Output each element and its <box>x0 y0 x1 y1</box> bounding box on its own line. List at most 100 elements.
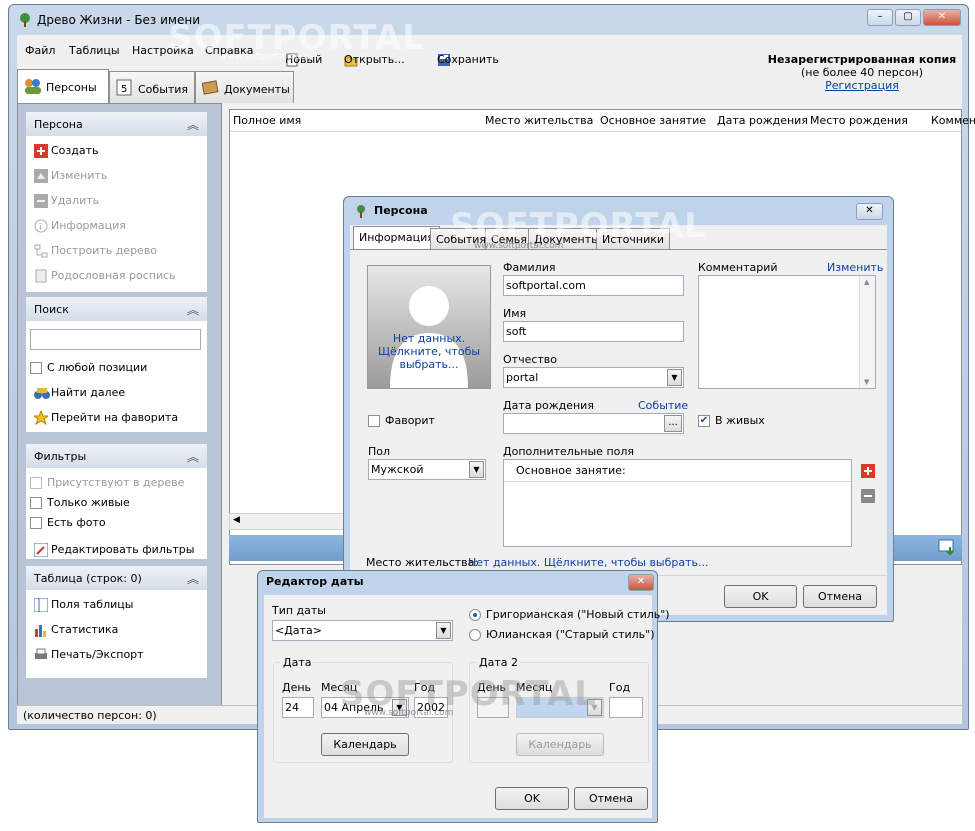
surname-input[interactable]: softportal.com <box>503 275 684 296</box>
delete-person-button[interactable]: Удалить <box>34 194 99 208</box>
tab-persons[interactable]: Персоны <box>17 69 109 104</box>
checkbox-checked[interactable]: ✔ <box>698 415 710 427</box>
date2-group-label: Дата 2 <box>477 656 520 669</box>
date-group-label: Дата <box>281 656 314 669</box>
remove-field-button[interactable] <box>861 489 875 506</box>
column-birth-place[interactable]: Место рождения <box>810 114 908 127</box>
day-input[interactable]: 24 <box>282 697 314 718</box>
chevron-down-icon[interactable]: ▼ <box>587 699 602 716</box>
birth-date-button[interactable]: ... <box>664 415 682 432</box>
info-button[interactable]: i Информация <box>34 219 126 233</box>
date-editor-close-button[interactable]: ✕ <box>628 574 654 591</box>
residence-link[interactable]: Нет данных. Щёлкните, чтобы выбрать... <box>468 556 709 569</box>
chevron-down-icon[interactable]: ▼ <box>667 369 682 386</box>
info-label: Информация <box>51 219 126 232</box>
checkbox[interactable] <box>30 362 42 374</box>
tab-sources[interactable]: Источники <box>596 228 671 249</box>
pedigree-button[interactable]: Родословная роспись <box>34 269 176 283</box>
scroll-up-icon[interactable]: ▲ <box>864 278 869 286</box>
find-next-button[interactable]: Найти далее <box>34 386 125 400</box>
any-position-checkbox[interactable]: С любой позиции <box>30 361 147 374</box>
chevron-down-icon[interactable]: ▼ <box>469 461 484 478</box>
scroll-left-icon[interactable]: ◀ <box>233 515 240 525</box>
goto-favorite-button[interactable]: Перейти на фаворита <box>32 409 178 426</box>
edit-person-button[interactable]: Изменить <box>34 169 107 183</box>
person-panel-header[interactable]: Персона ︽ <box>26 112 207 136</box>
comment-edit-link[interactable]: Изменить <box>827 261 883 274</box>
search-panel-title: Поиск <box>34 303 69 316</box>
has-photo-checkbox[interactable]: Есть фото <box>30 516 106 529</box>
collapse-icon[interactable]: ︽ <box>187 301 199 318</box>
close-button[interactable]: ✕ <box>923 9 961 26</box>
month2-select[interactable]: ▼ <box>516 697 604 718</box>
collapse-icon[interactable]: ︽ <box>187 116 199 133</box>
tab-information[interactable]: Информация <box>353 226 440 250</box>
menu-settings[interactable]: Настройка <box>132 44 194 57</box>
edit-filters-button[interactable]: Редактировать фильтры <box>33 542 194 558</box>
date-ok-button[interactable]: OK <box>495 787 569 810</box>
gregorian-radio[interactable]: Григорианская ("Новый стиль") <box>469 608 670 621</box>
alive-checkbox[interactable]: ✔ В живых <box>698 414 765 427</box>
calendar-button[interactable]: Календарь <box>321 733 409 756</box>
table-fields-button[interactable]: Поля таблицы <box>33 597 133 613</box>
in-tree-checkbox[interactable]: Присутствуют в дереве <box>30 476 184 489</box>
person-ok-button[interactable]: OK <box>724 585 797 608</box>
tab-events[interactable]: 5 События <box>109 71 195 103</box>
date-type-select[interactable]: <Дата> ▼ <box>272 620 453 641</box>
menu-file[interactable]: Файл <box>25 44 55 57</box>
column-occupation[interactable]: Основное занятие <box>600 114 706 127</box>
minimize-button[interactable]: – <box>867 9 893 26</box>
checkbox[interactable] <box>368 415 380 427</box>
person-close-button[interactable]: ✕ <box>856 203 883 220</box>
name-input[interactable]: soft <box>503 321 684 342</box>
column-comment[interactable]: Коммент <box>931 114 975 127</box>
maximize-button[interactable]: ▢ <box>895 9 921 26</box>
collapse-icon[interactable]: ︽ <box>187 448 199 465</box>
radio[interactable] <box>469 629 481 641</box>
julian-radio[interactable]: Юлианская ("Старый стиль") <box>469 628 655 641</box>
add-field-button[interactable] <box>861 464 875 481</box>
birth-date-input[interactable]: ... <box>503 413 684 434</box>
menu-tables[interactable]: Таблицы <box>69 44 120 57</box>
year2-input[interactable] <box>609 697 643 718</box>
only-alive-checkbox[interactable]: Только живые <box>30 496 130 509</box>
extra-field-row[interactable]: Основное занятие: <box>504 460 851 482</box>
column-birth-date[interactable]: Дата рождения <box>717 114 808 127</box>
search-panel-header[interactable]: Поиск ︽ <box>26 297 207 321</box>
statistics-button[interactable]: Статистика <box>34 623 118 637</box>
chevron-down-icon[interactable]: ▼ <box>436 622 451 639</box>
registration-link[interactable]: Регистрация <box>767 79 957 92</box>
create-person-button[interactable]: Создать <box>34 144 99 158</box>
calendar2-button[interactable]: Календарь <box>516 733 604 756</box>
export-grid-icon[interactable] <box>938 539 956 558</box>
checkbox[interactable] <box>30 497 42 509</box>
birth-event-link[interactable]: Событие <box>638 399 688 412</box>
favorite-checkbox[interactable]: Фаворит <box>368 414 435 427</box>
column-full-name[interactable]: Полное имя <box>233 114 301 127</box>
day2-input[interactable] <box>477 697 509 718</box>
remove-icon <box>861 489 875 503</box>
table-panel-header[interactable]: Таблица (строк: 0) ︽ <box>26 566 207 590</box>
comment-box[interactable]: ▲ ▼ <box>698 275 876 389</box>
build-tree-button[interactable]: Построить дерево <box>34 244 157 258</box>
statistics-label: Статистика <box>51 623 119 636</box>
person-cancel-button[interactable]: Отмена <box>803 585 877 608</box>
open-label: Открыть... <box>344 53 405 66</box>
patronymic-select[interactable]: portal ▼ <box>503 367 684 388</box>
checkbox[interactable] <box>30 517 42 529</box>
print-export-button[interactable]: Печать/Экспорт <box>34 648 144 662</box>
photo-placeholder[interactable]: Нет данных. Щёлкните, чтобы выбрать... <box>367 265 491 389</box>
column-residence[interactable]: Место жительства <box>485 114 593 127</box>
filters-panel-header[interactable]: Фильтры ︽ <box>26 444 207 468</box>
scroll-down-icon[interactable]: ▼ <box>864 378 869 386</box>
gender-select[interactable]: Мужской ▼ <box>368 459 486 480</box>
collapse-icon[interactable]: ︽ <box>187 570 199 587</box>
date-cancel-button[interactable]: Отмена <box>574 787 648 810</box>
tab-documents[interactable]: Документы <box>195 71 294 103</box>
radio-selected[interactable] <box>469 609 481 621</box>
checkbox[interactable] <box>30 477 42 489</box>
extra-fields-box[interactable]: Основное занятие: <box>503 459 852 547</box>
search-input[interactable] <box>30 329 201 350</box>
find-next-label: Найти далее <box>51 386 126 399</box>
comment-scrollbar[interactable]: ▲ ▼ <box>859 276 875 388</box>
